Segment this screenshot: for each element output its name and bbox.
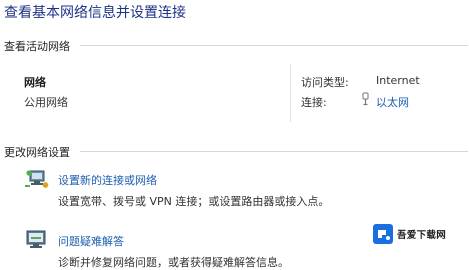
troubleshoot-link[interactable]: 问题疑难解答	[58, 233, 124, 249]
new-connection-icon	[24, 168, 50, 190]
ethernet-connection-link[interactable]: 以太网	[376, 94, 409, 110]
page-title: 查看基本网络信息并设置连接	[4, 5, 186, 21]
connection-label: 连接:	[301, 96, 327, 109]
troubleshoot-description: 诊断并修复网络问题，或者获得疑难解答信息。	[58, 256, 289, 269]
watermark-logo: 吾爱下载网	[373, 219, 467, 249]
ethernet-icon	[360, 92, 371, 107]
section-divider	[80, 151, 468, 152]
setup-new-connection-link[interactable]: 设置新的连接或网络	[58, 172, 157, 188]
watermark-icon	[373, 224, 393, 244]
troubleshoot-icon	[24, 229, 50, 251]
access-type-value: Internet	[376, 74, 420, 87]
watermark-text: 吾爱下载网	[397, 230, 447, 241]
network-name: 网络	[24, 76, 46, 89]
vertical-divider	[290, 64, 291, 122]
setup-new-connection-description: 设置宽带、拨号或 VPN 连接；或设置路由器或接入点。	[58, 195, 330, 208]
network-type-link[interactable]: 公用网络	[24, 94, 68, 110]
access-type-label: 访问类型:	[301, 76, 349, 89]
section-divider	[80, 45, 468, 46]
active-networks-heading: 查看活动网络	[4, 40, 70, 53]
change-settings-heading: 更改网络设置	[4, 146, 70, 159]
